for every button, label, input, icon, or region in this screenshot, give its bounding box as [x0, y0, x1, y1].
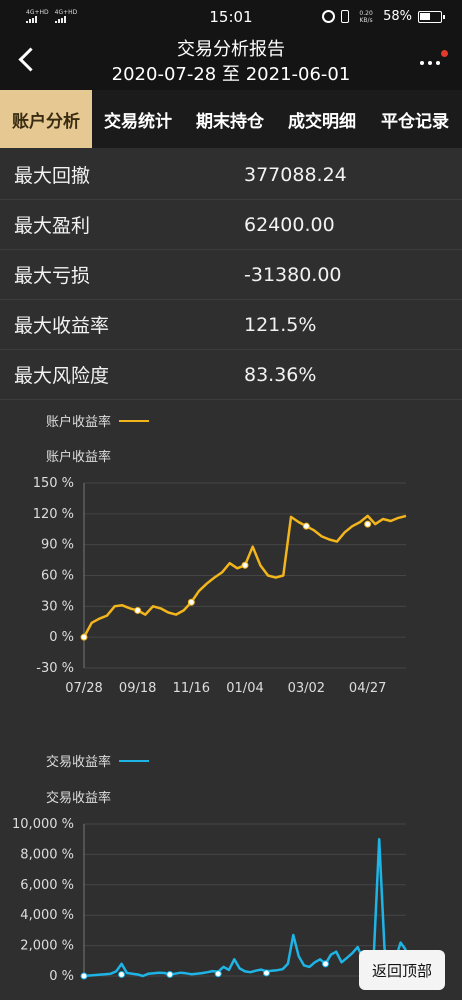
metric-row: 最大风险度 83.36% [0, 350, 462, 400]
chart-title: 交易收益率 [46, 790, 111, 806]
x-tick-label: 03/02 [288, 681, 325, 696]
data-point [364, 520, 372, 528]
metric-row: 最大盈利 62400.00 [0, 200, 462, 250]
metric-value: 121.5% [244, 313, 317, 336]
metric-value: 83.36% [244, 363, 317, 386]
x-tick-label: 11/16 [173, 681, 210, 696]
tab-close-records[interactable]: 平仓记录 [368, 90, 462, 148]
alarm-icon [322, 10, 336, 23]
status-bar: 4G+HD 4G+HD 15:01 0.20 KB/s 58% [0, 0, 462, 34]
x-tick-label: 04/27 [349, 681, 386, 696]
x-tick-label: 09/18 [119, 681, 156, 696]
y-tick-label: 60 % [41, 569, 74, 584]
y-tick-label: 30 % [41, 599, 74, 614]
notification-dot [441, 50, 448, 57]
chart-title: 账户收益率 [46, 449, 111, 465]
tab-fills[interactable]: 成交明细 [276, 90, 368, 148]
metric-row: 最大回撤 377088.24 [0, 150, 462, 200]
series-line [83, 837, 408, 978]
metrics-list: 最大回撤 377088.24 最大盈利 62400.00 最大亏损 -31380… [0, 150, 462, 400]
metric-row: 最大亏损 -31380.00 [0, 250, 462, 300]
app-header: 交易分析报告 2020-07-28 至 2021-06-01 [0, 34, 462, 90]
tab-bar: 账户分析 交易统计 期末持仓 成交明细 平仓记录 [0, 90, 462, 148]
back-to-top-button[interactable]: 返回顶部 [359, 950, 445, 990]
data-point [134, 606, 142, 614]
metric-value: 377088.24 [244, 163, 347, 186]
metric-label: 最大收益率 [14, 315, 110, 337]
y-tick-label: 0 % [49, 969, 74, 984]
series-line [82, 514, 407, 638]
battery-percent: 58% [383, 9, 412, 24]
x-tick-label: 07/28 [65, 681, 102, 696]
y-tick-label: 150 % [33, 476, 74, 491]
vibrate-icon [341, 10, 350, 23]
data-point [302, 522, 310, 530]
metric-label: 最大回撤 [14, 165, 91, 187]
y-tick-label: 4,000 % [20, 908, 74, 923]
plot-area: 150 % 120 % 90 % 60 % 30 % 0 % -30 % 07/28 09/18… [33, 476, 407, 696]
data-point [214, 970, 222, 978]
data-point [80, 972, 88, 980]
data-point [322, 960, 329, 968]
page-title: 交易分析报告 [177, 39, 285, 60]
y-tick-label: 6,000 % [20, 878, 74, 893]
y-tick-label: 120 % [33, 507, 74, 522]
metric-value: -31380.00 [244, 263, 342, 286]
y-tick-label: 8,000 % [20, 847, 74, 862]
network-speed: 0.20 KB/s [359, 9, 373, 24]
data-point [187, 598, 195, 606]
date-range: 2020-07-28 至 2021-06-01 [111, 64, 351, 85]
data-point [262, 969, 270, 977]
metric-row: 最大收益率 121.5% [0, 300, 462, 350]
metric-label: 最大亏损 [14, 265, 91, 287]
legend-label: 账户收益率 [46, 414, 111, 430]
y-tick-label: 0 % [49, 630, 74, 645]
data-point [118, 970, 126, 978]
battery-icon [418, 10, 445, 23]
tab-positions[interactable]: 期末持仓 [184, 90, 276, 148]
status-icons: 0.20 KB/s 58% [322, 9, 445, 24]
x-tick-label: 01/04 [226, 681, 263, 696]
more-menu-icon[interactable] [418, 48, 448, 74]
y-tick-label: 2,000 % [20, 939, 74, 954]
account-return-chart-svg: 账户收益率 账户收益率 150 % 120 % 90 % 60 % 30 % 0 % -30… [33, 414, 407, 696]
metric-label: 最大盈利 [14, 215, 91, 237]
data-point [80, 633, 88, 641]
legend-label: 交易收益率 [46, 754, 111, 770]
tab-account-analysis[interactable]: 账户分析 [0, 90, 92, 148]
data-point [166, 970, 174, 978]
metric-value: 62400.00 [244, 213, 335, 236]
y-tick-label: -30 % [36, 661, 74, 676]
plot-area: 10,000 % 8,000 % 6,000 % 4,000 % 2,000 % 0 % [12, 817, 408, 984]
tab-trade-stats[interactable]: 交易统计 [92, 90, 184, 148]
metric-label: 最大风险度 [14, 365, 110, 387]
y-tick-label: 10,000 % [12, 817, 74, 832]
y-tick-label: 90 % [41, 538, 74, 553]
account-return-chart: 账户收益率 账户收益率 150 % 120 % 90 % 60 % 30 % 0 % -30… [0, 400, 462, 720]
data-point [241, 561, 249, 569]
